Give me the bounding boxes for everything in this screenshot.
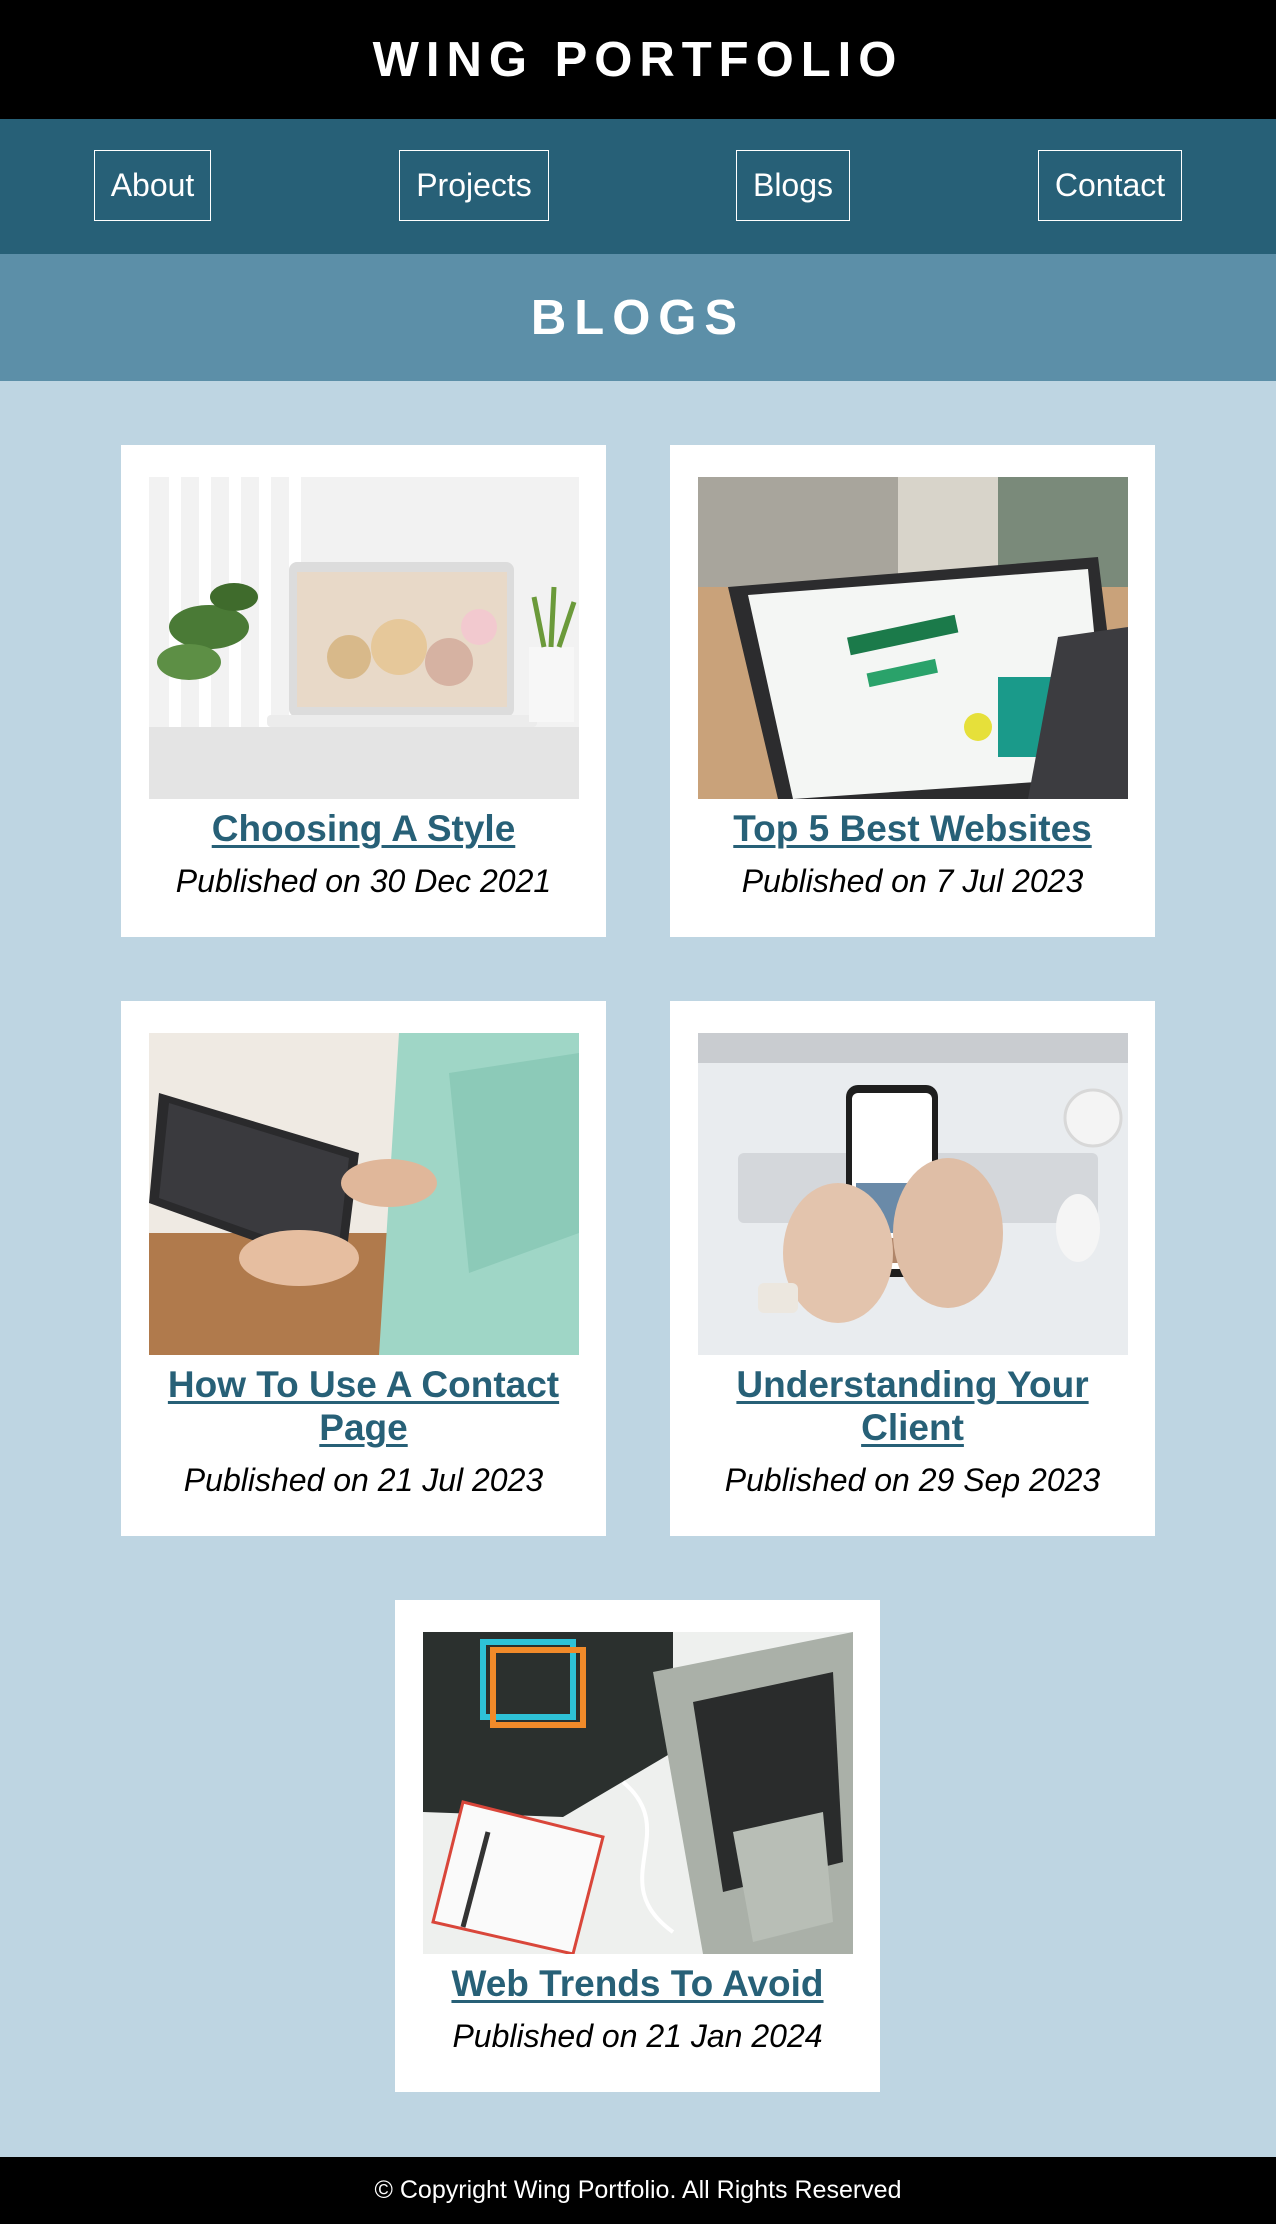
copyright-text: © Copyright Wing Portfolio. All Rights R… — [374, 2176, 902, 2204]
section-heading-band: BLOGS — [0, 254, 1276, 381]
site-title: WING PORTFOLIO — [372, 32, 904, 87]
person-holding-tablet-photo[interactable] — [149, 1033, 579, 1355]
nav-about-link[interactable]: About — [94, 150, 211, 221]
blog-date: Published on 7 Jul 2023 — [741, 863, 1084, 899]
laptop-shopify-screen-photo[interactable] — [698, 477, 1128, 799]
blog-date: Published on 30 Dec 2021 — [175, 863, 552, 899]
blog-card: Web Trends To Avoid Published on 21 Jan … — [395, 1600, 880, 2092]
blog-title-link[interactable]: Choosing A Style — [141, 807, 586, 850]
blog-card: Choosing A Style Published on 30 Dec 202… — [121, 445, 606, 937]
nav-contact-link[interactable]: Contact — [1038, 150, 1182, 221]
nav-projects-link[interactable]: Projects — [399, 150, 549, 221]
blog-card: Understanding Your Client Published on 2… — [670, 1001, 1155, 1536]
main-nav: About Projects Blogs Contact — [0, 119, 1276, 254]
nav-blogs-link[interactable]: Blogs — [736, 150, 850, 221]
blog-date: Published on 29 Sep 2023 — [724, 1462, 1101, 1498]
blog-title-link[interactable]: How To Use A Contact Page — [141, 1363, 586, 1449]
blog-date: Published on 21 Jan 2024 — [452, 2018, 823, 2054]
blog-card: Top 5 Best Websites Published on 7 Jul 2… — [670, 445, 1155, 937]
site-footer: © Copyright Wing Portfolio. All Rights R… — [0, 2157, 1276, 2224]
blog-card: How To Use A Contact Page Published on 2… — [121, 1001, 606, 1536]
blog-title-link[interactable]: Web Trends To Avoid — [415, 1962, 860, 2005]
hands-holding-smartphone-photo[interactable] — [698, 1033, 1128, 1355]
blog-title-link[interactable]: Understanding Your Client — [690, 1363, 1135, 1449]
blog-date: Published on 21 Jul 2023 — [183, 1462, 544, 1498]
html-css-book-and-laptop-photo[interactable] — [423, 1632, 853, 1954]
blog-title-link[interactable]: Top 5 Best Websites — [690, 807, 1135, 850]
laptop-with-plants-photo[interactable] — [149, 477, 579, 799]
site-header: WING PORTFOLIO — [0, 0, 1276, 119]
section-heading: BLOGS — [530, 290, 746, 345]
